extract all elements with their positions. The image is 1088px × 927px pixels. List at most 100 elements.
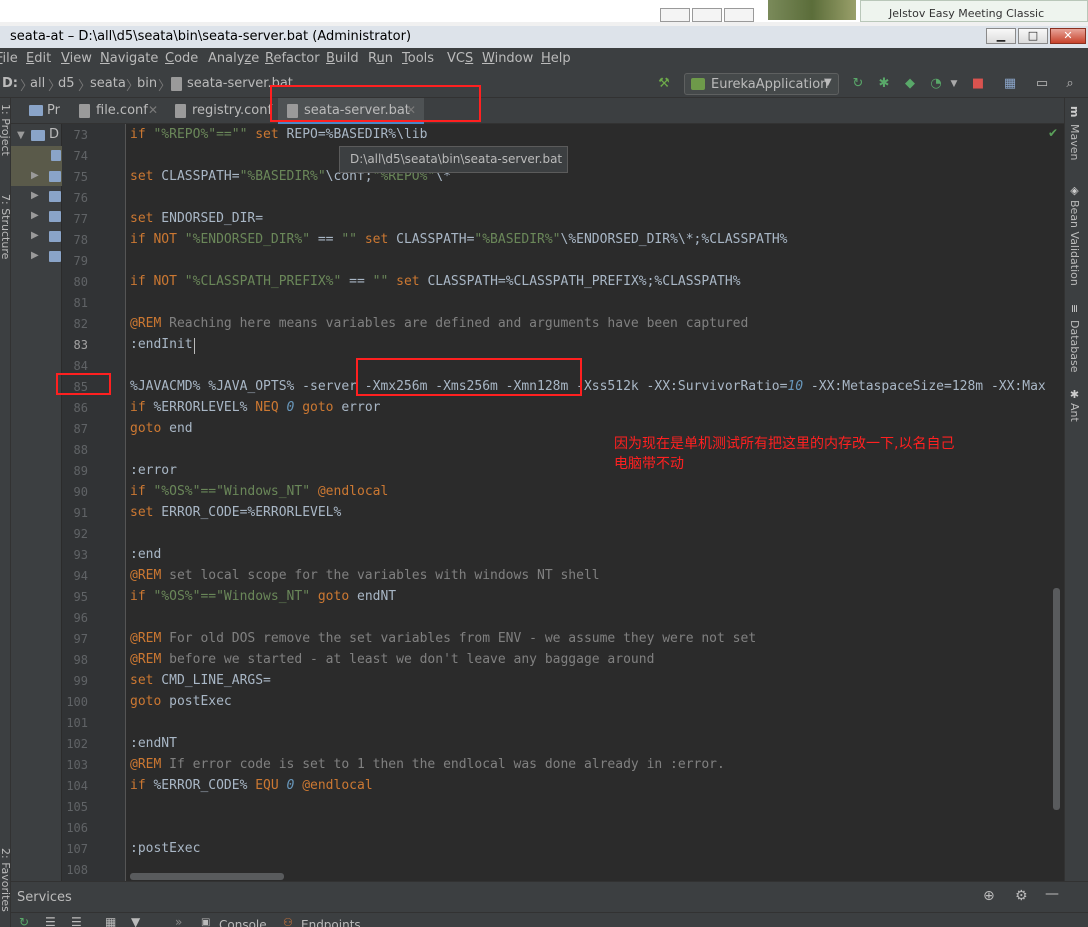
close-tab-icon[interactable]: ✕ xyxy=(148,103,158,117)
debug-bug-icon[interactable]: ✱ xyxy=(876,76,892,92)
expand-arrow-icon[interactable]: ▶ xyxy=(31,250,39,261)
tab-console[interactable]: Console xyxy=(219,918,267,927)
highlight-memory-options xyxy=(356,358,582,396)
code-line[interactable]: if "%REPO%"=="" set REPO=%BASEDIR%\lib xyxy=(130,127,427,142)
code-line[interactable]: @REM If error code is set to 1 then the … xyxy=(130,757,725,772)
project-root-label[interactable]: D xyxy=(49,127,59,142)
line-number: 100 xyxy=(66,695,88,709)
taskbar-minimize-button[interactable] xyxy=(660,8,690,22)
breadcrumb-drive[interactable]: D: xyxy=(2,76,18,91)
code-line[interactable]: @REM Reaching here means variables are d… xyxy=(130,316,748,331)
menu-item[interactable]: Analyze xyxy=(208,51,259,66)
code-line[interactable]: if %ERRORLEVEL% NEQ 0 goto error xyxy=(130,400,380,415)
menu-item[interactable]: Help xyxy=(541,51,571,66)
menu-item[interactable]: VCS xyxy=(447,51,473,66)
hide-panel-icon[interactable]: — xyxy=(1045,886,1059,902)
code-line[interactable]: :endNT xyxy=(130,736,177,751)
coverage-shield-icon[interactable]: ◆ xyxy=(902,76,918,92)
add-service-icon[interactable]: ⊕ xyxy=(983,888,995,904)
search-icon[interactable]: ⌕ xyxy=(1062,76,1078,92)
horizontal-scrollbar[interactable] xyxy=(130,873,284,880)
line-number-gutter[interactable]: 73 74 75 76 77 78 79 80 81 82 83 84 85 86 87 88 89 90 91 92… xyxy=(62,124,126,881)
refresh-icon[interactable]: ↻ xyxy=(19,915,29,927)
menu-item[interactable]: Code xyxy=(165,51,198,66)
code-line[interactable]: if NOT "%CLASSPATH_PREFIX%" == "" set CL… xyxy=(130,274,741,289)
code-line[interactable]: if %ERROR_CODE% EQU 0 @endlocal xyxy=(130,778,373,793)
more-run-options-icon[interactable]: ▼ xyxy=(946,76,962,92)
tab-registry-conf[interactable]: registry.conf ✕ xyxy=(166,98,374,124)
taskbar-maximize-button[interactable] xyxy=(692,8,722,22)
line-number: 103 xyxy=(66,758,88,772)
layout-icon[interactable]: ▭ xyxy=(1034,76,1050,92)
menu-item[interactable]: Navigate xyxy=(100,51,158,66)
code-line[interactable]: %JAVACMD% %JAVA_OPTS% -server -Xmx256m -… xyxy=(130,379,1046,394)
bean-validation-tool-tab[interactable]: Bean Validation xyxy=(1068,200,1081,286)
menu-item[interactable]: Refactor xyxy=(265,51,320,66)
code-line[interactable]: :error xyxy=(130,463,177,478)
expand-arrow-icon[interactable]: ▼ xyxy=(17,130,25,141)
code-line[interactable]: goto end xyxy=(130,421,193,436)
maven-tool-tab[interactable]: Maven xyxy=(1068,124,1081,160)
collapse-all-icon[interactable]: ☰ xyxy=(71,915,82,927)
taskbar-close-button[interactable] xyxy=(724,8,754,22)
menu-item[interactable]: Build xyxy=(326,51,359,66)
expand-all-icon[interactable]: ☰ xyxy=(45,915,56,927)
ant-tool-tab[interactable]: Ant xyxy=(1068,403,1081,422)
breadcrumb-bin[interactable]: bin xyxy=(137,76,157,91)
code-line[interactable]: set CMD_LINE_ARGS= xyxy=(130,673,271,688)
menu-item[interactable]: Tools xyxy=(402,51,434,66)
breadcrumb-seata[interactable]: seata xyxy=(90,76,126,91)
other-window-title: Jelstov Easy Meeting Classic xyxy=(889,7,1045,20)
project-structure-icon[interactable]: ▦ xyxy=(1002,76,1018,92)
gear-icon[interactable]: ⚙ xyxy=(1015,888,1028,904)
tab-endpoints[interactable]: Endpoints xyxy=(301,918,361,927)
maximize-button[interactable]: □ xyxy=(1018,28,1048,44)
profile-icon[interactable]: ◔ xyxy=(928,76,944,92)
rerun-icon[interactable]: ↻ xyxy=(850,76,866,92)
right-tool-strip: m Maven ◈ Bean Validation ≡ Database ✱ A… xyxy=(1064,98,1088,881)
code-line[interactable]: if "%OS%"=="Windows_NT" @endlocal xyxy=(130,484,388,499)
build-hammer-icon[interactable]: ⚒ xyxy=(656,76,672,92)
spring-app-icon xyxy=(691,78,705,90)
filter-icon[interactable]: ▼ xyxy=(131,915,140,927)
tab-file-conf[interactable]: file.conf ✕ xyxy=(70,98,162,124)
group-by-icon[interactable]: ▦ xyxy=(105,915,116,927)
line-number: 81 xyxy=(73,296,88,310)
menu-item[interactable]: View xyxy=(61,51,92,66)
menu-bar: File Edit View Navigate Code Analyze Refactor B… xyxy=(0,48,1088,70)
code-line[interactable]: :endInit xyxy=(130,337,193,352)
expand-arrow-icon[interactable]: ▶ xyxy=(31,190,39,201)
minimize-button[interactable]: ▁ xyxy=(986,28,1016,44)
project-panel-title[interactable]: Pr xyxy=(47,103,60,118)
run-configuration-select[interactable]: EurekaApplication ▼ xyxy=(684,73,839,95)
code-line[interactable]: @REM set local scope for the variables w… xyxy=(130,568,600,583)
breadcrumb-d5[interactable]: d5 xyxy=(58,76,75,91)
breadcrumb-all[interactable]: all xyxy=(30,76,45,91)
menu-item[interactable]: File xyxy=(0,51,18,66)
code-line[interactable]: if NOT "%ENDORSED_DIR%" == "" set CLASSP… xyxy=(130,232,787,247)
stop-icon[interactable]: ■ xyxy=(970,76,986,92)
code-line[interactable]: :end xyxy=(130,547,161,562)
code-line[interactable]: @REM before we started - at least we don… xyxy=(130,652,654,667)
vertical-scrollbar[interactable] xyxy=(1053,588,1060,810)
code-line[interactable]: @REM For old DOS remove the set variable… xyxy=(130,631,756,646)
code-line[interactable]: set ENDORSED_DIR= xyxy=(130,211,263,226)
inspection-ok-icon[interactable]: ✔ xyxy=(1048,126,1058,140)
taskbar-other-window[interactable]: Jelstov Easy Meeting Classic xyxy=(860,0,1088,22)
menu-item[interactable]: Window xyxy=(482,51,533,66)
more-icon[interactable]: » xyxy=(175,915,182,927)
expand-arrow-icon[interactable]: ▶ xyxy=(31,170,39,181)
code-line[interactable]: set ERROR_CODE=%ERRORLEVEL% xyxy=(130,505,341,520)
code-line[interactable]: goto postExec xyxy=(130,694,232,709)
close-button[interactable]: ✕ xyxy=(1050,28,1086,44)
database-tool-tab[interactable]: Database xyxy=(1068,320,1081,373)
console-icon: ▣ xyxy=(201,917,211,927)
taskbar-thumbnail[interactable] xyxy=(768,0,856,20)
code-editor[interactable]: if "%REPO%"=="" set REPO=%BASEDIR%\lib se… xyxy=(127,124,1064,881)
expand-arrow-icon[interactable]: ▶ xyxy=(31,230,39,241)
expand-arrow-icon[interactable]: ▶ xyxy=(31,210,39,221)
menu-item[interactable]: Edit xyxy=(26,51,51,66)
code-line[interactable]: :postExec xyxy=(130,841,200,856)
menu-item[interactable]: Run xyxy=(368,51,393,66)
code-line[interactable]: if "%OS%"=="Windows_NT" goto endNT xyxy=(130,589,396,604)
